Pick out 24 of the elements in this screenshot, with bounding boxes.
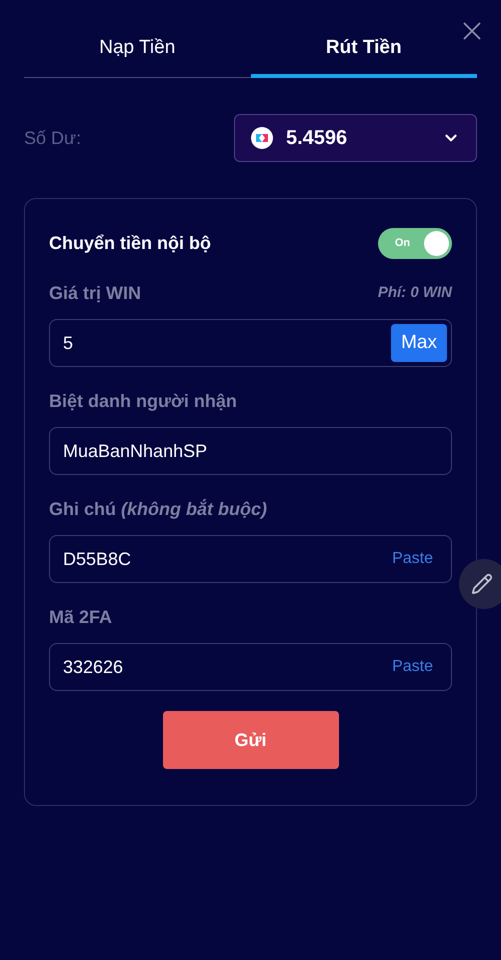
input-field[interactable]: MuaBanNhanhSP: [49, 427, 452, 475]
field-value: MuaBanNhanhSP: [63, 440, 208, 460]
pencil-icon: [471, 573, 493, 595]
input-field[interactable]: D55B8C Paste: [49, 535, 452, 583]
field-label: Giá trị WIN: [49, 282, 142, 304]
field-value: 5: [63, 332, 74, 352]
fee-text: Phí: 0 WIN: [378, 282, 452, 303]
input-field[interactable]: 332626 Paste: [49, 643, 452, 691]
max-button[interactable]: Max: [391, 324, 447, 362]
balance-label: Số Dư:: [24, 126, 82, 150]
field-label: Biệt danh người nhận: [49, 390, 237, 413]
paste-button[interactable]: Paste: [392, 547, 433, 571]
paste-button[interactable]: Paste: [392, 655, 433, 679]
balance-dropdown[interactable]: 5.4596: [234, 114, 477, 162]
field-value: D55B8C: [63, 548, 132, 568]
field-label: Ghi chú (không bắt buộc): [49, 498, 267, 521]
field-label: Mã 2FA: [49, 606, 112, 628]
edit-button[interactable]: [459, 559, 501, 609]
field-value: 332626: [63, 656, 124, 676]
form-title: Chuyển tiền nội bộ: [49, 232, 211, 255]
input-field[interactable]: 5 Max: [49, 319, 452, 367]
tab[interactable]: Nạp Tiền: [24, 34, 250, 78]
tab[interactable]: Rút Tiền: [250, 34, 477, 78]
coin-icon: [251, 127, 273, 149]
